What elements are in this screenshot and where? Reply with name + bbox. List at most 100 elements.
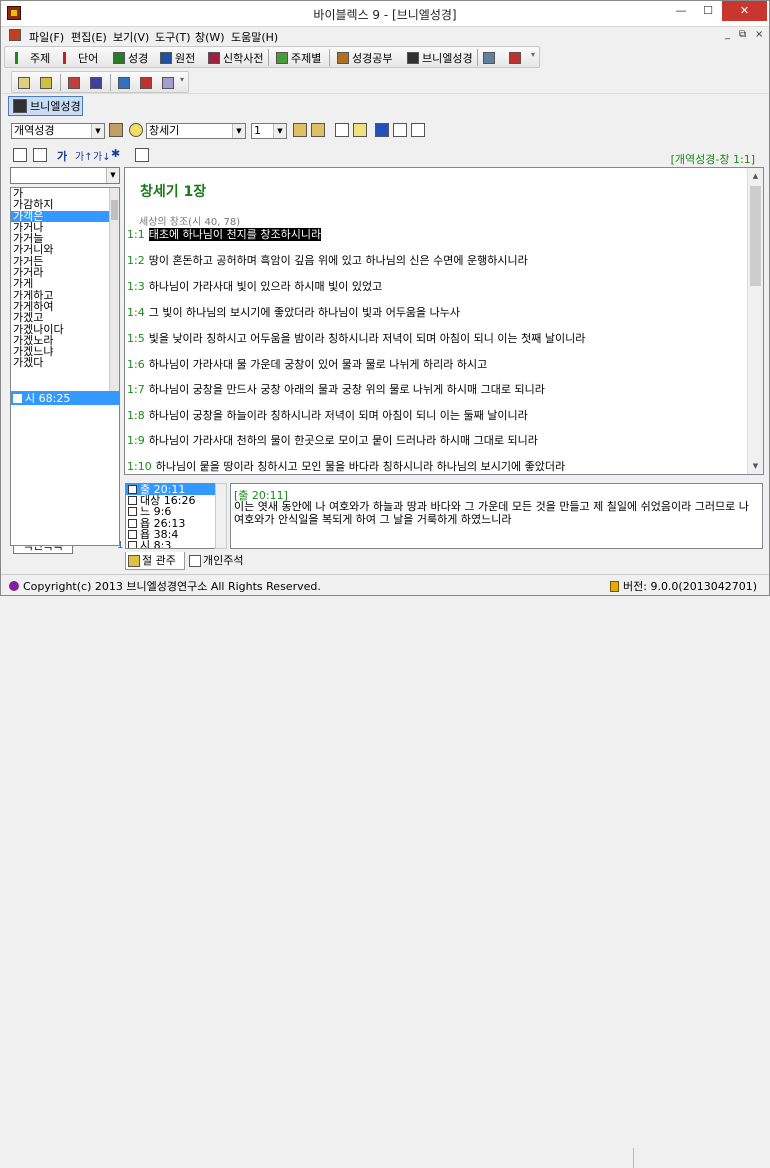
tab-peniel-bible[interactable]: 브니엘성경	[8, 96, 83, 116]
verse-number[interactable]: 1:1	[127, 228, 145, 241]
verse-row[interactable]: 1:9 하나님이 가라사대 천하의 물이 한곳으로 모이고 뭍이 드러나라 하시매…	[127, 432, 538, 448]
toolbar-word-label: 단어	[78, 51, 99, 65]
next-chapter-icon[interactable]	[311, 123, 325, 137]
toolbar-by-topic-button[interactable]: 주제별	[276, 50, 321, 65]
verse-number[interactable]: 1:10	[127, 460, 152, 473]
toolbar-settings-button[interactable]	[483, 50, 498, 65]
maximize-button[interactable]: ☐	[695, 1, 721, 21]
books-icon[interactable]	[375, 123, 389, 137]
chapter-select[interactable]: 1 ▼	[251, 123, 287, 139]
split-view-icon[interactable]	[33, 148, 47, 162]
verse-row[interactable]: 1:6 하나님이 가라사대 물 가운데 궁창이 있어 물과 물로 나뉘게 하리라 …	[127, 356, 487, 372]
verse-row[interactable]: 1:7 하나님이 궁창을 만드사 궁창 아래의 물과 궁창 위의 물로 나뉘게 하…	[127, 381, 545, 397]
toolbar-topic-button[interactable]: 주제	[15, 50, 50, 65]
single-view-icon[interactable]	[13, 148, 27, 162]
toolbar2-btn-2[interactable]	[40, 75, 55, 90]
toolbar2-overflow-icon[interactable]: ▾	[180, 75, 188, 91]
toolbar2-btn-7[interactable]	[162, 75, 177, 90]
menu-edit[interactable]: 편집(E)	[71, 29, 107, 45]
index-checkbox[interactable]	[13, 394, 22, 403]
page-icon[interactable]	[393, 123, 407, 137]
verse-number[interactable]: 1:4	[127, 306, 145, 319]
toolbar2-btn-6[interactable]	[140, 75, 155, 90]
book-select[interactable]: 창세기 ▼	[146, 123, 246, 139]
verse-row[interactable]: 1:1 태초에 하나님이 천지를 창조하시니라	[127, 226, 322, 242]
cross-reference-checkbox[interactable]	[128, 541, 137, 548]
text-scrollbar[interactable]: ▲ ▼	[747, 168, 763, 474]
toolbar-dictionary-button[interactable]: 신학사전	[208, 50, 263, 65]
verse-row[interactable]: 1:3 하나님이 가라사대 빛이 있으라 하시매 빛이 있었고	[127, 278, 382, 294]
menu-help[interactable]: 도움말(H)	[231, 29, 278, 45]
cross-reference-checkbox[interactable]	[128, 529, 137, 539]
verse-row[interactable]: 1:10 하나님이 뭍을 땅이라 칭하시고 모인 물을 바다라 칭하시니라 하나님…	[127, 458, 565, 474]
verse-text: 하나님이 가라사대 물 가운데 궁창이 있어 물과 물로 나뉘게 하리라 하시고	[148, 358, 488, 371]
word-list-item[interactable]: 가감하지	[11, 199, 119, 211]
font-down-icon[interactable]: 가↓	[93, 148, 111, 163]
cross-reference-item[interactable]: 시 8:3	[126, 540, 226, 548]
sync-icon[interactable]	[109, 123, 123, 137]
cross-reference-item[interactable]: 느 9:6	[126, 506, 226, 518]
note-icon[interactable]	[335, 123, 349, 137]
verse-row[interactable]: 1:2 땅이 혼돈하고 공허하며 흑암이 깊음 위에 있고 하나님의 신은 수면에…	[127, 252, 528, 268]
mdi-minimize-button[interactable]: _	[725, 29, 730, 40]
word-search-input[interactable]: ▼	[10, 167, 120, 184]
minimize-button[interactable]: —	[668, 1, 694, 21]
close-button[interactable]: ✕	[722, 1, 767, 21]
verse-row[interactable]: 1:4 그 빛이 하나님의 보시기에 좋았더라 하나님이 빛과 어두움을 나누사	[127, 304, 460, 320]
cross-reference-checkbox[interactable]	[128, 496, 137, 506]
toolbar-bible-button[interactable]: 성경	[113, 50, 148, 65]
window-icon	[162, 76, 174, 89]
verse-number[interactable]: 1:8	[127, 409, 145, 422]
mdi-restore-button[interactable]: ⧉	[739, 29, 746, 40]
toolbar-exit-button[interactable]	[509, 50, 524, 65]
cross-reference-checkbox[interactable]	[128, 507, 137, 517]
cross-reference-checkbox[interactable]	[128, 485, 137, 495]
menu-window[interactable]: 창(W)	[195, 29, 225, 45]
verse-number[interactable]: 1:3	[127, 280, 145, 293]
verse-row[interactable]: 1:8 하나님이 궁창을 하늘이라 칭하시니라 저녁이 되며 아침이 되니 이는 …	[127, 407, 528, 423]
menu-tools[interactable]: 도구(T)	[155, 29, 191, 45]
scroll-up-icon[interactable]: ▲	[748, 168, 763, 184]
scroll-thumb[interactable]	[750, 186, 761, 286]
scroll-thumb[interactable]	[111, 200, 118, 220]
chevron-down-icon[interactable]: ▼	[106, 168, 119, 183]
list-doc-icon[interactable]	[411, 123, 425, 137]
toolbar-original-button[interactable]: 원전	[160, 50, 195, 65]
toolbar-word-button[interactable]: 단어	[63, 50, 98, 65]
mdi-close-button[interactable]: ×	[755, 29, 763, 40]
highlight-icon[interactable]: ✱	[111, 147, 120, 160]
menu-file[interactable]: 파일(F)	[29, 29, 64, 45]
word-list-item[interactable]: 가겠고	[11, 312, 119, 324]
verse-number[interactable]: 1:9	[127, 434, 145, 447]
verse-number[interactable]: 1:7	[127, 383, 145, 396]
toolbar-overflow-icon[interactable]: ▾	[531, 50, 539, 66]
prev-chapter-icon[interactable]	[293, 123, 307, 137]
menu-view[interactable]: 보기(V)	[113, 29, 149, 45]
lightbulb-icon[interactable]	[129, 123, 143, 137]
verse-number[interactable]: 1:2	[127, 254, 145, 267]
toolbar2-btn-5[interactable]	[118, 75, 133, 90]
toolbar2-btn-4[interactable]	[90, 75, 105, 90]
toolbar-study-button[interactable]: 성경공부	[337, 50, 392, 65]
verse-number[interactable]: 1:6	[127, 358, 145, 371]
font-up-icon[interactable]: 가↑	[75, 148, 93, 163]
tab-cross-reference[interactable]: 절 관주	[125, 552, 185, 570]
refresh-icon[interactable]	[135, 148, 149, 162]
word-list-item[interactable]: 가겠다	[11, 357, 119, 369]
cross-reference-scrollbar[interactable]	[215, 483, 227, 549]
verse-number[interactable]: 1:5	[127, 332, 145, 345]
toolbar-peniel-button[interactable]: 브니엘성경	[407, 50, 473, 65]
document-icon[interactable]	[9, 29, 21, 41]
scroll-down-icon[interactable]: ▼	[748, 458, 763, 474]
memo-icon[interactable]	[353, 123, 367, 137]
toolbar2-btn-3[interactable]	[68, 75, 83, 90]
font-icon[interactable]: 가	[57, 148, 67, 164]
version-select[interactable]: 개역성경 ▼	[11, 123, 105, 139]
toolbar2-btn-1[interactable]	[18, 75, 33, 90]
verse-row[interactable]: 1:5 빛을 낮이라 칭하시고 어두움을 밤이라 칭하시니라 저녁이 되며 아침이…	[127, 330, 585, 346]
word-list-item[interactable]: 가게	[11, 278, 119, 290]
cross-reference-checkbox[interactable]	[128, 518, 137, 528]
tab-personal-notes[interactable]: 개인주석	[187, 552, 257, 570]
index-item[interactable]: 시 68:25	[11, 392, 119, 405]
version-status: 버전: 9.0.0(2013042701)	[610, 578, 757, 594]
